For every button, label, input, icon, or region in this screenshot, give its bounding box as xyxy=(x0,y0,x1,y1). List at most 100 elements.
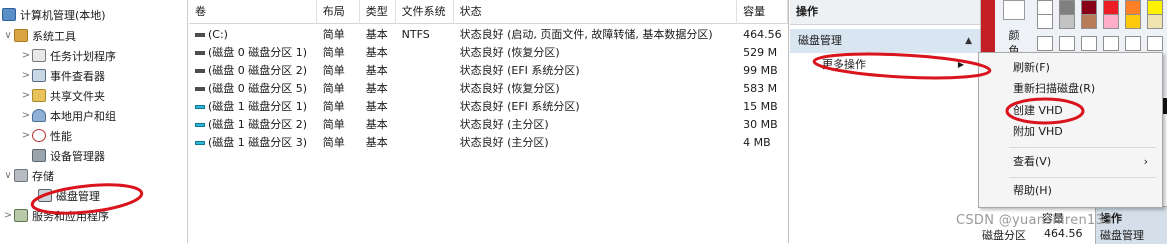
tree-item-event-viewer[interactable]: > 事件查看器 xyxy=(20,66,105,85)
menu-item-rescan-disks[interactable]: 重新扫描磁盘(R) xyxy=(979,78,1162,100)
menu-item-help[interactable]: 帮助(H) xyxy=(979,180,1162,202)
column-header-filesystem[interactable]: 文件系统 xyxy=(396,0,454,24)
palette-swatch[interactable] xyxy=(1059,14,1075,29)
table-row[interactable]: (磁盘 1 磁盘分区 1) 简单 基本 状态良好 (EFI 系统分区) 15 M… xyxy=(189,98,788,115)
table-row[interactable]: (磁盘 1 磁盘分区 2) 简单 基本 状态良好 (主分区) 30 MB xyxy=(189,116,788,133)
table-row[interactable]: (磁盘 0 磁盘分区 5) 简单 基本 状态良好 (恢复分区) 583 M xyxy=(189,80,788,97)
services-icon xyxy=(14,209,28,222)
menu-item-label: 创建 VHD xyxy=(1013,104,1063,117)
palette-swatch[interactable] xyxy=(1103,0,1119,15)
more-actions-item[interactable]: 更多操作 ▶ xyxy=(822,55,972,74)
palette-swatch[interactable] xyxy=(1103,36,1119,51)
strip-partition-label: 磁盘分区 xyxy=(982,229,1026,242)
tree-item-task-scheduler[interactable]: > 任务计划程序 xyxy=(20,46,116,65)
volume-type: 基本 xyxy=(365,82,388,95)
disk-management-icon xyxy=(38,189,52,202)
menu-item-view[interactable]: 查看(V) › xyxy=(979,151,1162,173)
tree-item-label: 计算机管理(本地) xyxy=(20,8,106,22)
collapse-up-icon[interactable]: ▲ xyxy=(965,29,972,53)
palette-swatch[interactable] xyxy=(1059,36,1075,51)
disk-volume-icon xyxy=(195,51,205,55)
volume-table-header: 卷 布局 类型 文件系统 状态 容量 xyxy=(189,0,788,24)
palette-swatch[interactable] xyxy=(1081,0,1097,15)
tree-item-computer-management[interactable]: 计算机管理(本地) xyxy=(2,5,106,24)
column-header-status[interactable]: 状态 xyxy=(454,0,738,24)
chevron-right-icon[interactable]: > xyxy=(20,110,32,121)
column-header-capacity[interactable]: 容量 xyxy=(737,0,788,24)
palette-swatch[interactable] xyxy=(1125,0,1141,15)
palette-swatch[interactable] xyxy=(1147,14,1163,29)
volume-name: (磁盘 0 磁盘分区 2) xyxy=(208,64,308,77)
menu-separator xyxy=(1009,147,1156,148)
table-row[interactable]: (磁盘 0 磁盘分区 2) 简单 基本 状态良好 (EFI 系统分区) 99 M… xyxy=(189,62,788,79)
volume-status: 状态良好 (恢复分区) xyxy=(459,46,560,59)
tree-item-disk-management[interactable]: 磁盘管理 xyxy=(26,186,100,205)
menu-item-label: 刷新(F) xyxy=(1013,61,1050,74)
tree-item-performance[interactable]: > 性能 xyxy=(20,126,72,145)
menu-item-label: 帮助(H) xyxy=(1013,184,1052,197)
disk-volume-icon xyxy=(195,69,205,73)
chevron-down-icon[interactable]: ∨ xyxy=(2,170,14,181)
chevron-right-icon[interactable]: > xyxy=(20,50,32,61)
chevron-right-icon[interactable]: > xyxy=(20,130,32,141)
menu-item-label: 重新扫描磁盘(R) xyxy=(1013,82,1096,95)
disk-volume-icon xyxy=(195,87,205,91)
palette-swatch[interactable] xyxy=(1037,36,1053,51)
volume-type: 基本 xyxy=(365,118,388,131)
palette-swatch[interactable] xyxy=(1103,14,1119,29)
chevron-down-icon[interactable]: ∨ xyxy=(2,30,14,41)
volume-name: (C:) xyxy=(208,28,228,41)
event-viewer-icon xyxy=(32,69,46,82)
volume-capacity: 99 MB xyxy=(743,64,778,77)
table-row[interactable]: (磁盘 1 磁盘分区 3) 简单 基本 状态良好 (主分区) 4 MB xyxy=(189,134,788,151)
strip-capacity-value: 464.56 xyxy=(1044,227,1083,240)
volume-name: (磁盘 0 磁盘分区 1) xyxy=(208,46,308,59)
color-2-swatch[interactable] xyxy=(1003,0,1025,20)
palette-swatch[interactable] xyxy=(1147,0,1163,15)
strip-disk-management: 磁盘管理 xyxy=(1100,229,1144,242)
palette-swatch[interactable] xyxy=(1147,36,1163,51)
volume-type: 基本 xyxy=(365,100,388,113)
tree-item-shared-folders[interactable]: > 共享文件夹 xyxy=(20,86,105,105)
menu-item-create-vhd[interactable]: 创建 VHD xyxy=(979,100,1162,122)
tree-item-system-tools[interactable]: ∨ 系统工具 xyxy=(2,26,76,45)
tree-item-storage[interactable]: ∨ 存储 xyxy=(2,166,54,185)
actions-section-disk-management[interactable]: 磁盘管理 ▲ xyxy=(790,29,980,53)
table-row[interactable]: (C:) 简单 基本 NTFS 状态良好 (启动, 页面文件, 故障转储, 基本… xyxy=(189,26,788,43)
palette-swatch[interactable] xyxy=(1037,14,1053,29)
palette-swatch[interactable] xyxy=(1125,36,1141,51)
menu-item-refresh[interactable]: 刷新(F) xyxy=(979,57,1162,79)
volume-status: 状态良好 (主分区) xyxy=(459,118,549,131)
tree-item-device-manager[interactable]: 设备管理器 xyxy=(20,146,105,165)
chevron-right-icon[interactable]: > xyxy=(2,210,14,221)
volume-capacity: 30 MB xyxy=(743,118,778,131)
chevron-right-icon[interactable]: > xyxy=(20,90,32,101)
palette-swatch[interactable] xyxy=(1081,14,1097,29)
volume-capacity: 583 M xyxy=(743,82,778,95)
tree-item-local-users[interactable]: > 本地用户和组 xyxy=(20,106,116,125)
tree-item-label: 事件查看器 xyxy=(50,69,105,83)
volume-name: (磁盘 1 磁盘分区 1) xyxy=(208,100,308,113)
column-header-layout[interactable]: 布局 xyxy=(317,0,360,24)
volume-filesystem xyxy=(396,44,454,61)
table-row[interactable]: (磁盘 0 磁盘分区 1) 简单 基本 状态良好 (恢复分区) 529 M xyxy=(189,44,788,61)
volume-capacity: 464.56 xyxy=(743,28,782,41)
tree-item-services-apps[interactable]: > 服务和应用程序 xyxy=(2,206,109,225)
volume-capacity: 4 MB xyxy=(743,136,771,149)
tree-item-label: 存储 xyxy=(32,169,54,183)
palette-swatch[interactable] xyxy=(1125,14,1141,29)
submenu-arrow-icon: ▶ xyxy=(957,60,964,69)
menu-item-attach-vhd[interactable]: 附加 VHD xyxy=(979,121,1162,143)
palette-swatch[interactable] xyxy=(1059,0,1075,15)
column-header-volume[interactable]: 卷 xyxy=(189,0,317,24)
volume-filesystem xyxy=(396,98,454,115)
palette-swatch[interactable] xyxy=(1081,36,1097,51)
chevron-right-icon[interactable]: > xyxy=(20,70,32,81)
column-header-type[interactable]: 类型 xyxy=(360,0,396,24)
volume-status: 状态良好 (启动, 页面文件, 故障转储, 基本数据分区) xyxy=(459,28,713,41)
palette-swatch[interactable] xyxy=(1037,0,1053,15)
menu-item-label: 查看(V) xyxy=(1013,155,1052,168)
volume-filesystem: NTFS xyxy=(401,28,430,41)
volume-status: 状态良好 (EFI 系统分区) xyxy=(459,100,580,113)
computer-icon xyxy=(2,8,16,21)
